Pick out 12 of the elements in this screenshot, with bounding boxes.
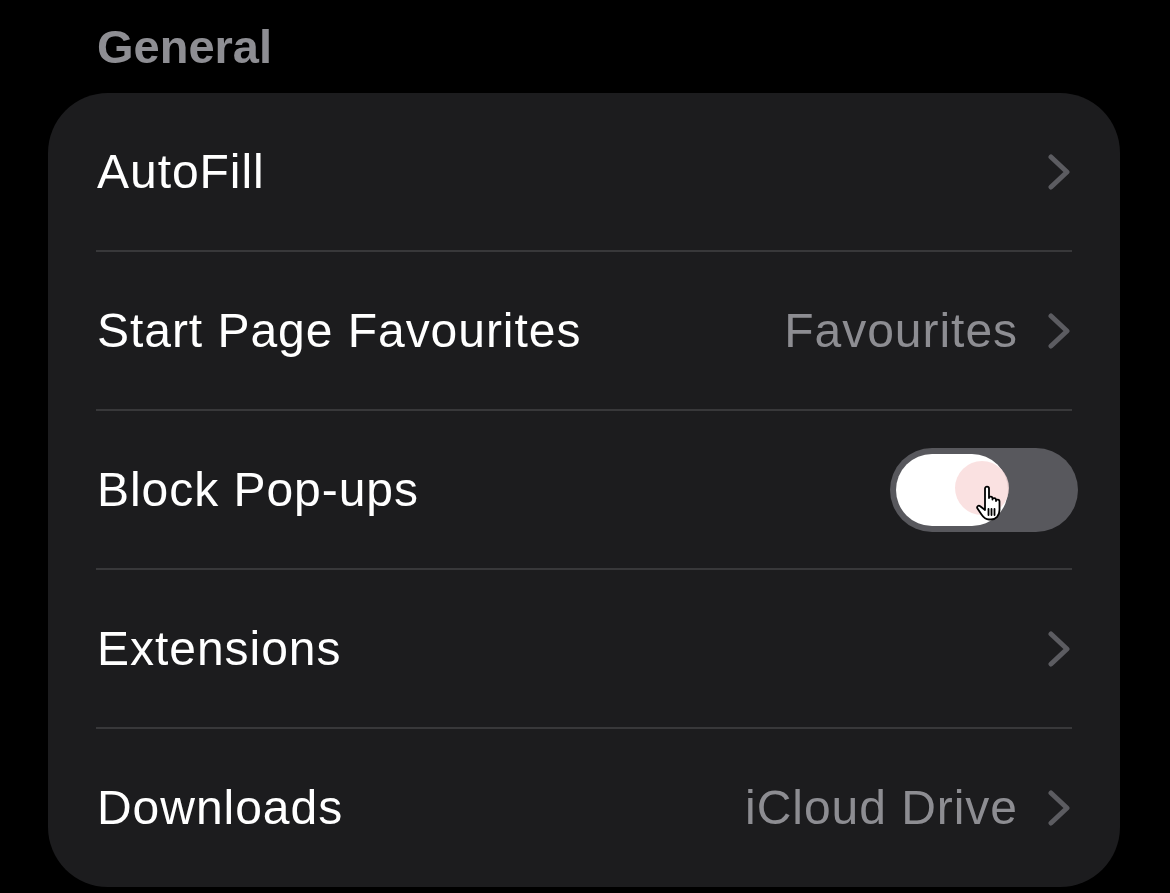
- setting-label[interactable]: AutoFill: [97, 141, 265, 202]
- chevron-icon: [1048, 312, 1070, 349]
- setting-label[interactable]: Start Page Favourites: [97, 300, 582, 361]
- chevron-icon: [1048, 630, 1070, 667]
- section-title: General: [97, 23, 273, 70]
- setting-value: Favourites: [784, 302, 1018, 359]
- chevron-icon: [1048, 153, 1070, 190]
- setting-label[interactable]: Block Pop-ups: [97, 459, 419, 520]
- setting-value: iCloud Drive: [745, 779, 1018, 836]
- setting-label[interactable]: Downloads: [97, 777, 344, 838]
- chevron-icon: [1048, 789, 1070, 826]
- setting-label[interactable]: Extensions: [97, 618, 342, 679]
